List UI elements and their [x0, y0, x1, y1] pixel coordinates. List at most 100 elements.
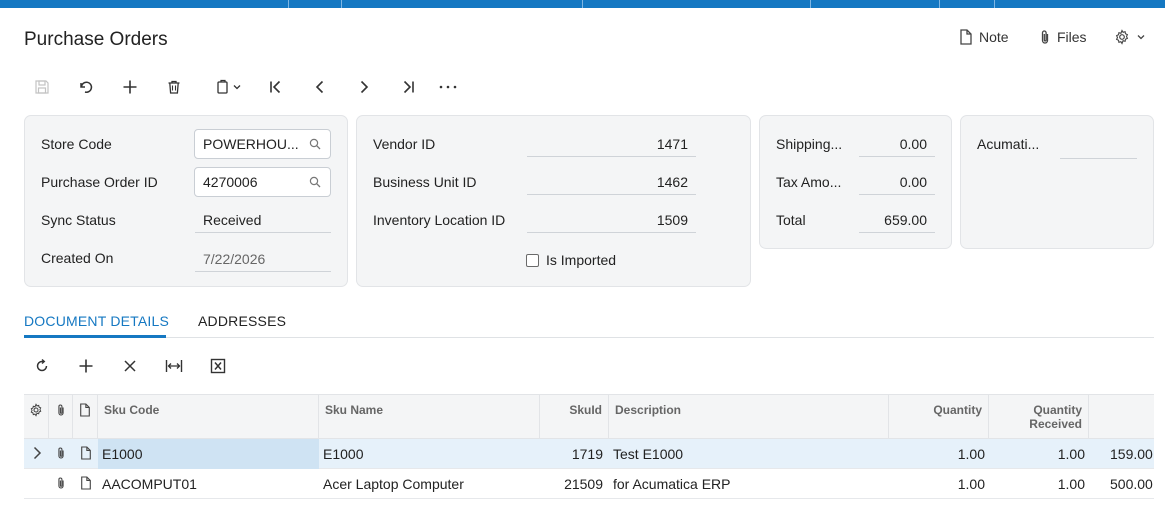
row-files-button[interactable]: [49, 469, 73, 499]
note-label: Note: [979, 29, 1009, 45]
next-record-button[interactable]: [342, 74, 386, 100]
inventory-location-id-value: 1509: [527, 207, 696, 233]
quantity-cell[interactable]: 1.00: [889, 439, 989, 469]
quantity-received-header-line2: Received: [1029, 417, 1082, 431]
store-code-value: POWERHOU...: [203, 136, 299, 152]
undo-button[interactable]: [64, 74, 108, 100]
description-cell[interactable]: for Acumatica ERP: [609, 469, 889, 499]
paperclip-icon: [56, 446, 66, 463]
gear-icon: [1114, 29, 1130, 45]
tab-document-details[interactable]: DOCUMENT DETAILS: [24, 313, 169, 329]
purchase-order-id-field[interactable]: 4270006: [194, 167, 331, 197]
search-icon[interactable]: [300, 176, 330, 188]
table-row[interactable]: AACOMPUT01 Acer Laptop Computer 21509 fo…: [24, 469, 1154, 499]
note-icon: [80, 475, 92, 493]
checkbox-box[interactable]: [526, 253, 539, 267]
first-record-icon: [268, 79, 284, 95]
previous-record-button[interactable]: [298, 74, 342, 100]
active-tab-indicator: [24, 335, 166, 338]
tax-amount-value: 0.00: [859, 169, 935, 195]
fit-columns-button[interactable]: [152, 354, 196, 380]
vendor-id-value: 1471: [527, 131, 696, 157]
files-label: Files: [1057, 29, 1087, 45]
store-code-label: Store Code: [41, 136, 112, 152]
acumatica-value: [1060, 133, 1137, 159]
row-files-button[interactable]: [49, 439, 73, 469]
note-button[interactable]: Note: [959, 26, 1009, 48]
chevron-right-icon: [32, 446, 42, 463]
sku-name-column-header[interactable]: Sku Name: [319, 395, 540, 440]
notes-column-header: [73, 395, 98, 440]
sku-code-column-header[interactable]: Sku Code: [98, 395, 319, 440]
sync-status-value: Received: [195, 207, 331, 233]
settings-menu-button[interactable]: [1114, 26, 1146, 48]
sku-id-cell[interactable]: 21509: [540, 469, 609, 499]
quantity-received-cell[interactable]: 1.00: [989, 439, 1089, 469]
copy-paste-button[interactable]: [200, 74, 256, 100]
last-record-button[interactable]: [386, 74, 430, 100]
refresh-button[interactable]: [20, 354, 64, 380]
sku-code-cell[interactable]: E1000: [98, 439, 319, 469]
vendor-id-label: Vendor ID: [373, 136, 436, 152]
chevron-down-icon: [1136, 32, 1146, 42]
quantity-received-cell[interactable]: 1.00: [989, 469, 1089, 499]
sync-status-label: Sync Status: [41, 212, 116, 228]
row-notes-button[interactable]: [73, 439, 98, 469]
copy-paste-icon: [215, 79, 241, 95]
sku-code-cell[interactable]: AACOMPUT01: [98, 469, 319, 499]
gear-icon: [24, 403, 48, 417]
export-excel-button[interactable]: [196, 354, 240, 380]
next-record-icon: [356, 79, 372, 95]
top-navigation-bar: [0, 0, 1165, 8]
add-button[interactable]: [108, 74, 152, 100]
created-on-value: 7/22/2026: [195, 246, 331, 272]
quantity-received-header-line1: Quantity: [1033, 403, 1082, 417]
description-cell[interactable]: Test E1000: [609, 439, 889, 469]
delete-button[interactable]: [152, 74, 196, 100]
row-notes-button[interactable]: [73, 469, 98, 499]
paperclip-icon: [49, 403, 72, 417]
more-button[interactable]: [426, 74, 470, 100]
store-code-field[interactable]: POWERHOU...: [194, 129, 331, 159]
delete-row-icon: [123, 359, 137, 376]
note-icon: [80, 445, 92, 463]
fit-columns-icon: [165, 359, 183, 376]
note-icon: [959, 29, 973, 45]
tax-amount-label: Tax Amo...: [776, 174, 842, 190]
description-column-header[interactable]: Description: [609, 395, 889, 440]
price-cell[interactable]: 159.00: [1106, 439, 1154, 469]
column-settings-header[interactable]: [24, 395, 49, 440]
first-record-button[interactable]: [254, 74, 298, 100]
refresh-icon: [34, 358, 50, 377]
save-button[interactable]: [20, 74, 64, 100]
last-record-icon: [400, 79, 416, 95]
save-icon: [34, 79, 50, 95]
total-value: 659.00: [859, 207, 935, 233]
table-row[interactable]: E1000 E1000 1719 Test E1000 1.00 1.00 15…: [24, 439, 1154, 469]
sku-name-cell[interactable]: Acer Laptop Computer: [319, 469, 540, 499]
sku-name-cell[interactable]: E1000: [319, 439, 540, 469]
sku-id-column-header[interactable]: SkuId: [540, 395, 609, 440]
files-column-header: [49, 395, 73, 440]
quantity-column-header[interactable]: Quantity: [889, 395, 989, 440]
business-unit-id-label: Business Unit ID: [373, 174, 477, 190]
tab-addresses[interactable]: ADDRESSES: [198, 313, 286, 329]
add-row-button[interactable]: [64, 354, 108, 380]
is-imported-checkbox[interactable]: Is Imported: [526, 252, 616, 268]
delete-row-button[interactable]: [108, 354, 152, 380]
price-column-header[interactable]: [1089, 395, 1154, 440]
quantity-received-column-header[interactable]: Quantity Received: [989, 395, 1089, 440]
search-icon[interactable]: [300, 138, 330, 150]
note-icon: [73, 403, 97, 417]
grid-header: Sku Code Sku Name SkuId Description Quan…: [24, 394, 1154, 440]
total-label: Total: [776, 212, 806, 228]
add-row-icon: [78, 358, 94, 377]
shipping-value: 0.00: [859, 131, 935, 157]
quantity-cell[interactable]: 1.00: [889, 469, 989, 499]
inventory-location-id-label: Inventory Location ID: [373, 212, 506, 228]
add-icon: [122, 79, 138, 95]
files-button[interactable]: Files: [1039, 26, 1087, 48]
expand-row-button[interactable]: [24, 439, 49, 469]
price-cell[interactable]: 500.00: [1106, 469, 1154, 499]
sku-id-cell[interactable]: 1719: [540, 439, 609, 469]
